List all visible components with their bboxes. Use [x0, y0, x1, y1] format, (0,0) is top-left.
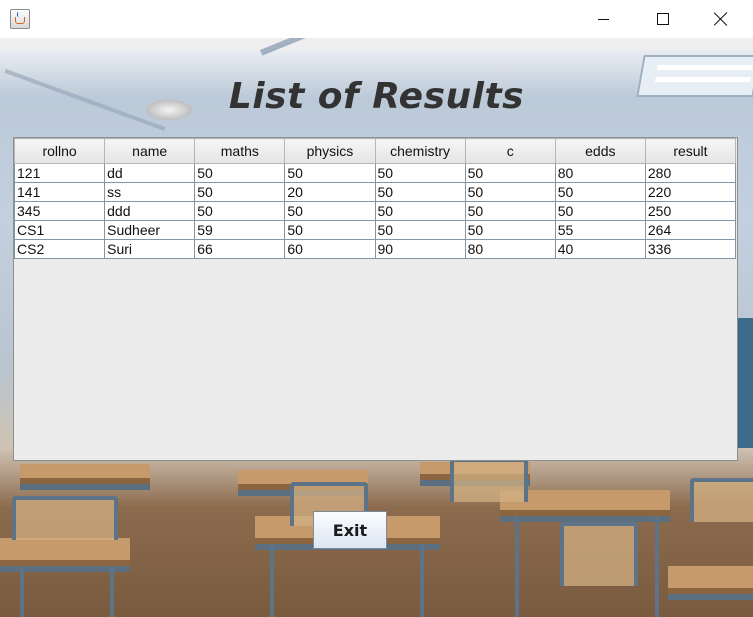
table-cell[interactable]: 80: [554, 163, 646, 183]
table-cell[interactable]: 90: [374, 239, 466, 259]
table-cell[interactable]: 141: [13, 182, 106, 202]
maximize-button[interactable]: [640, 0, 686, 38]
chair: [12, 496, 118, 540]
table-cell[interactable]: 50: [194, 182, 286, 202]
minimize-icon: [597, 18, 609, 20]
table-cell[interactable]: 280: [644, 163, 737, 183]
table-cell[interactable]: 55: [554, 220, 646, 240]
minimize-button[interactable]: [580, 0, 626, 38]
results-table-panel[interactable]: rollno name maths physics chemistry c ed…: [13, 137, 738, 461]
table-cell[interactable]: 80: [464, 239, 556, 259]
maximize-icon: [657, 13, 669, 25]
table-cell[interactable]: CS2: [13, 239, 106, 259]
desk-leg: [270, 544, 274, 617]
column-header-rollno[interactable]: rollno: [13, 138, 106, 164]
table-cell[interactable]: 264: [644, 220, 737, 240]
table-row[interactable]: 141 ss 50 20 50 50 50 220: [13, 182, 737, 202]
table-cell[interactable]: 250: [644, 201, 737, 221]
table-cell[interactable]: ss: [104, 182, 196, 202]
column-header-edds[interactable]: edds: [554, 138, 646, 164]
table-cell[interactable]: 50: [464, 163, 556, 183]
desk-leg: [20, 566, 24, 617]
java-cup-icon[interactable]: [10, 9, 30, 29]
results-table[interactable]: rollno name maths physics chemistry c ed…: [13, 138, 737, 259]
table-cell[interactable]: 345: [13, 201, 106, 221]
table-cell[interactable]: 50: [464, 182, 556, 202]
exit-button[interactable]: Exit: [313, 511, 387, 549]
close-button[interactable]: [698, 0, 744, 38]
table-cell[interactable]: Suri: [104, 239, 196, 259]
classroom-background: List of Results rollno name maths physic…: [0, 38, 753, 617]
chair: [690, 478, 753, 522]
table-cell[interactable]: 121: [13, 163, 106, 183]
table-row[interactable]: CS1 Sudheer 59 50 50 50 55 264: [13, 220, 737, 240]
table-cell[interactable]: 50: [464, 201, 556, 221]
table-cell[interactable]: 66: [194, 239, 286, 259]
column-header-name[interactable]: name: [104, 138, 196, 164]
table-cell[interactable]: 20: [284, 182, 376, 202]
window-title-bar: [0, 0, 753, 38]
table-cell[interactable]: 50: [554, 201, 646, 221]
page-title: List of Results: [228, 76, 525, 117]
chair: [560, 522, 638, 586]
table-cell[interactable]: 60: [284, 239, 376, 259]
table-cell[interactable]: CS1: [13, 220, 106, 240]
table-row[interactable]: 345 ddd 50 50 50 50 50 250: [13, 201, 737, 221]
column-header-result[interactable]: result: [644, 138, 737, 164]
desk-leg: [655, 516, 659, 617]
desk-leg: [420, 544, 424, 617]
table-header-row: rollno name maths physics chemistry c ed…: [13, 138, 737, 164]
table-cell[interactable]: 50: [464, 220, 556, 240]
desk: [20, 464, 150, 484]
table-cell[interactable]: 50: [194, 163, 286, 183]
table-cell[interactable]: 50: [374, 201, 466, 221]
table-cell[interactable]: 336: [644, 239, 737, 259]
chair: [450, 458, 528, 502]
table-cell[interactable]: 50: [284, 163, 376, 183]
desk-leg: [110, 566, 114, 617]
menu-strip: [0, 38, 753, 50]
column-header-chemistry[interactable]: chemistry: [374, 138, 466, 164]
table-cell[interactable]: 50: [374, 163, 466, 183]
table-cell[interactable]: 59: [194, 220, 286, 240]
table-cell[interactable]: 50: [374, 220, 466, 240]
table-cell[interactable]: 40: [554, 239, 646, 259]
table-cell[interactable]: 50: [554, 182, 646, 202]
column-header-physics[interactable]: physics: [284, 138, 376, 164]
column-header-c[interactable]: c: [464, 138, 556, 164]
table-cell[interactable]: 220: [644, 182, 737, 202]
wall-board: [736, 318, 753, 448]
table-cell[interactable]: 50: [284, 220, 376, 240]
table-cell[interactable]: Sudheer: [104, 220, 196, 240]
close-icon: [714, 12, 728, 26]
table-cell[interactable]: ddd: [104, 201, 196, 221]
table-cell[interactable]: 50: [284, 201, 376, 221]
table-row[interactable]: CS2 Suri 66 60 90 80 40 336: [13, 239, 737, 259]
desk-leg: [515, 516, 519, 617]
column-header-maths[interactable]: maths: [194, 138, 286, 164]
table-cell[interactable]: 50: [194, 201, 286, 221]
table-cell[interactable]: dd: [104, 163, 196, 183]
table-cell[interactable]: 50: [374, 182, 466, 202]
table-row[interactable]: 121 dd 50 50 50 50 80 280: [13, 163, 737, 183]
desk: [668, 566, 753, 594]
desk: [0, 538, 130, 566]
